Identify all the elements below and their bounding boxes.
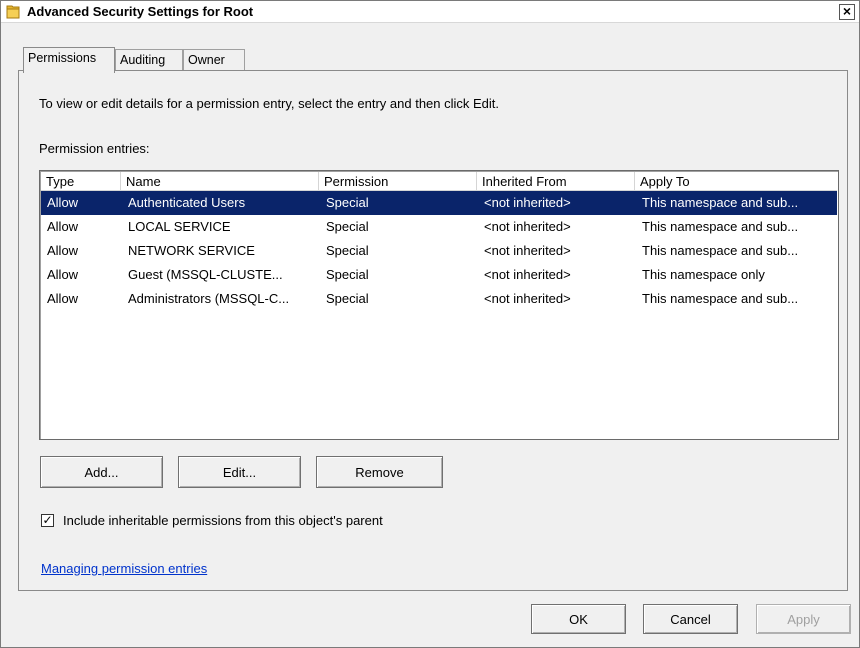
cell-permission: Special [326,195,369,210]
apply-button[interactable]: Apply [756,604,851,634]
cell-name: Guest (MSSQL-CLUSTE... [128,267,283,282]
cell-apply-to: This namespace only [642,267,765,282]
cell-permission: Special [326,291,369,306]
title-bar[interactable]: Advanced Security Settings for Root × [1,1,859,23]
folder-icon [5,4,21,20]
cell-apply-to: This namespace and sub... [642,195,799,210]
cell-permission: Special [326,267,369,282]
ok-button[interactable]: OK [531,604,626,634]
close-button[interactable]: × [839,4,855,20]
list-header: Type Name Permission Inherited From Appl… [41,172,837,191]
cell-type: Allow [47,219,79,234]
cancel-button[interactable]: Cancel [643,604,738,634]
column-header-permission[interactable]: Permission [319,172,477,191]
cell-permission: Special [326,243,369,258]
column-header-name[interactable]: Name [121,172,319,191]
column-header-apply-to[interactable]: Apply To [635,172,839,191]
tab-label: Owner [188,53,225,67]
cell-name: Administrators (MSSQL-C... [128,291,290,306]
tab-label: Auditing [120,53,166,67]
close-icon: × [842,3,852,19]
cell-inherited-from: <not inherited> [484,243,571,258]
cell-type: Allow [47,291,79,306]
table-row[interactable]: Allow NETWORK SERVICE Special <not inher… [41,239,837,263]
instruction-text: To view or edit details for a permission… [39,96,500,111]
cell-name: NETWORK SERVICE [128,243,255,258]
permission-entries-list[interactable]: Type Name Permission Inherited From Appl… [39,170,839,440]
add-button[interactable]: Add... [40,456,163,488]
cell-type: Allow [47,195,79,210]
tab-auditing[interactable]: Auditing [115,49,183,71]
cell-inherited-from: <not inherited> [484,267,571,282]
cell-type: Allow [47,267,79,282]
permissions-panel: To view or edit details for a permission… [18,70,848,591]
edit-button[interactable]: Edit... [178,456,301,488]
inherit-permissions-checkbox[interactable]: ✓ [41,514,54,527]
column-header-inherited-from[interactable]: Inherited From [477,172,635,191]
cell-name: Authenticated Users [128,195,246,210]
cell-name: LOCAL SERVICE [128,219,231,234]
cell-permission: Special [326,219,369,234]
permission-entries-label: Permission entries: [39,141,150,156]
dialog-window: Advanced Security Settings for Root × Pe… [0,0,860,648]
cell-apply-to: This namespace and sub... [642,219,799,234]
tab-owner[interactable]: Owner [183,49,245,71]
tab-label: Permissions [28,51,97,65]
inherit-permissions-label[interactable]: Include inheritable permissions from thi… [63,513,383,528]
column-header-type[interactable]: Type [41,172,121,191]
cell-inherited-from: <not inherited> [484,291,571,306]
table-row[interactable]: Allow Guest (MSSQL-CLUSTE... Special <no… [41,263,837,287]
cell-inherited-from: <not inherited> [484,219,571,234]
table-row[interactable]: Allow LOCAL SERVICE Special <not inherit… [41,215,837,239]
cell-apply-to: This namespace and sub... [642,243,799,258]
cell-apply-to: This namespace and sub... [642,291,799,306]
cell-type: Allow [47,243,79,258]
table-row[interactable]: Allow Administrators (MSSQL-C... Special… [41,287,837,311]
table-row[interactable]: Allow Authenticated Users Special <not i… [41,191,837,215]
cell-inherited-from: <not inherited> [484,195,571,210]
managing-permission-entries-link[interactable]: Managing permission entries [41,561,207,576]
remove-button[interactable]: Remove [316,456,443,488]
window-title: Advanced Security Settings for Root [27,4,254,19]
tab-permissions[interactable]: Permissions [23,47,115,73]
